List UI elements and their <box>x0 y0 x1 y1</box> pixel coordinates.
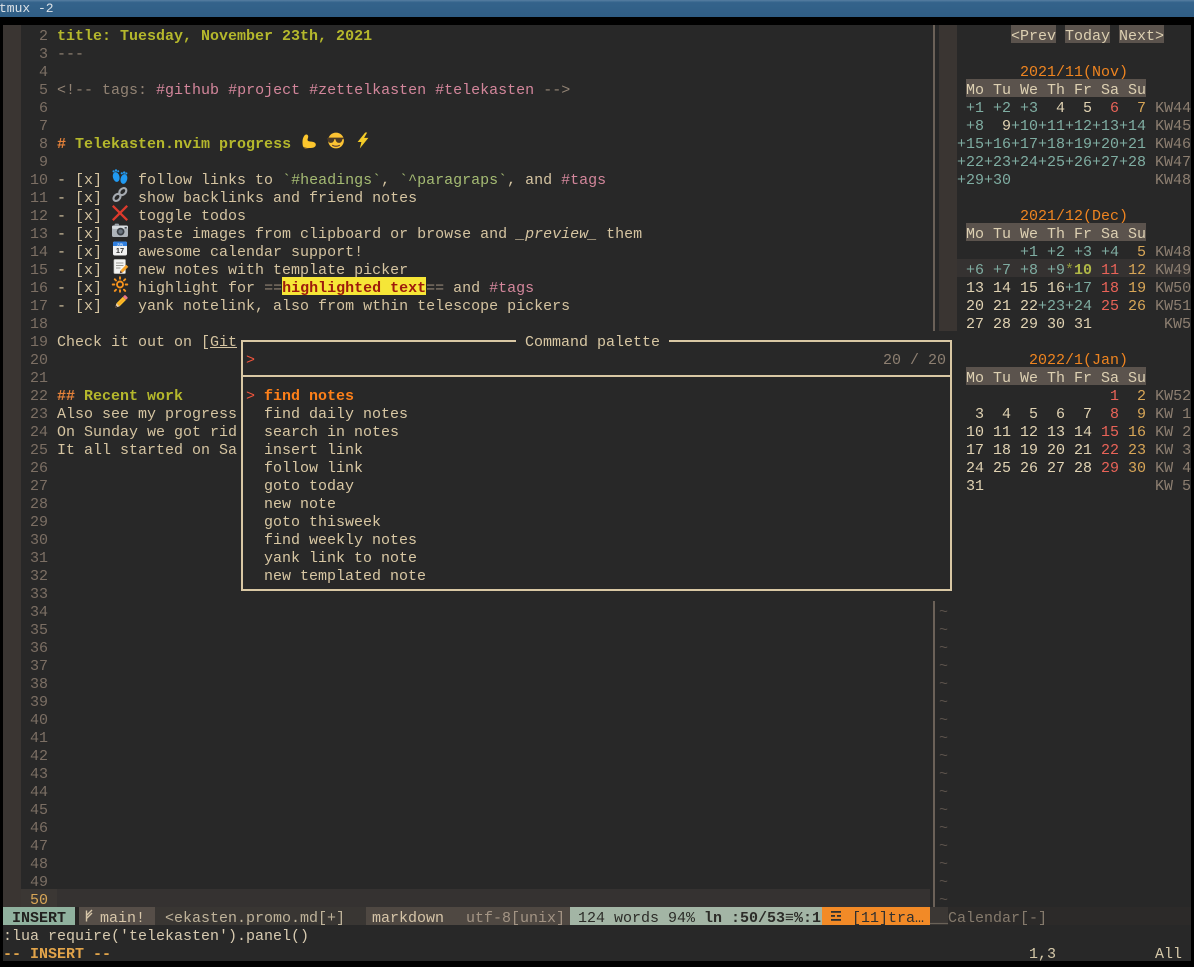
svg-text:17: 17 <box>116 246 124 255</box>
